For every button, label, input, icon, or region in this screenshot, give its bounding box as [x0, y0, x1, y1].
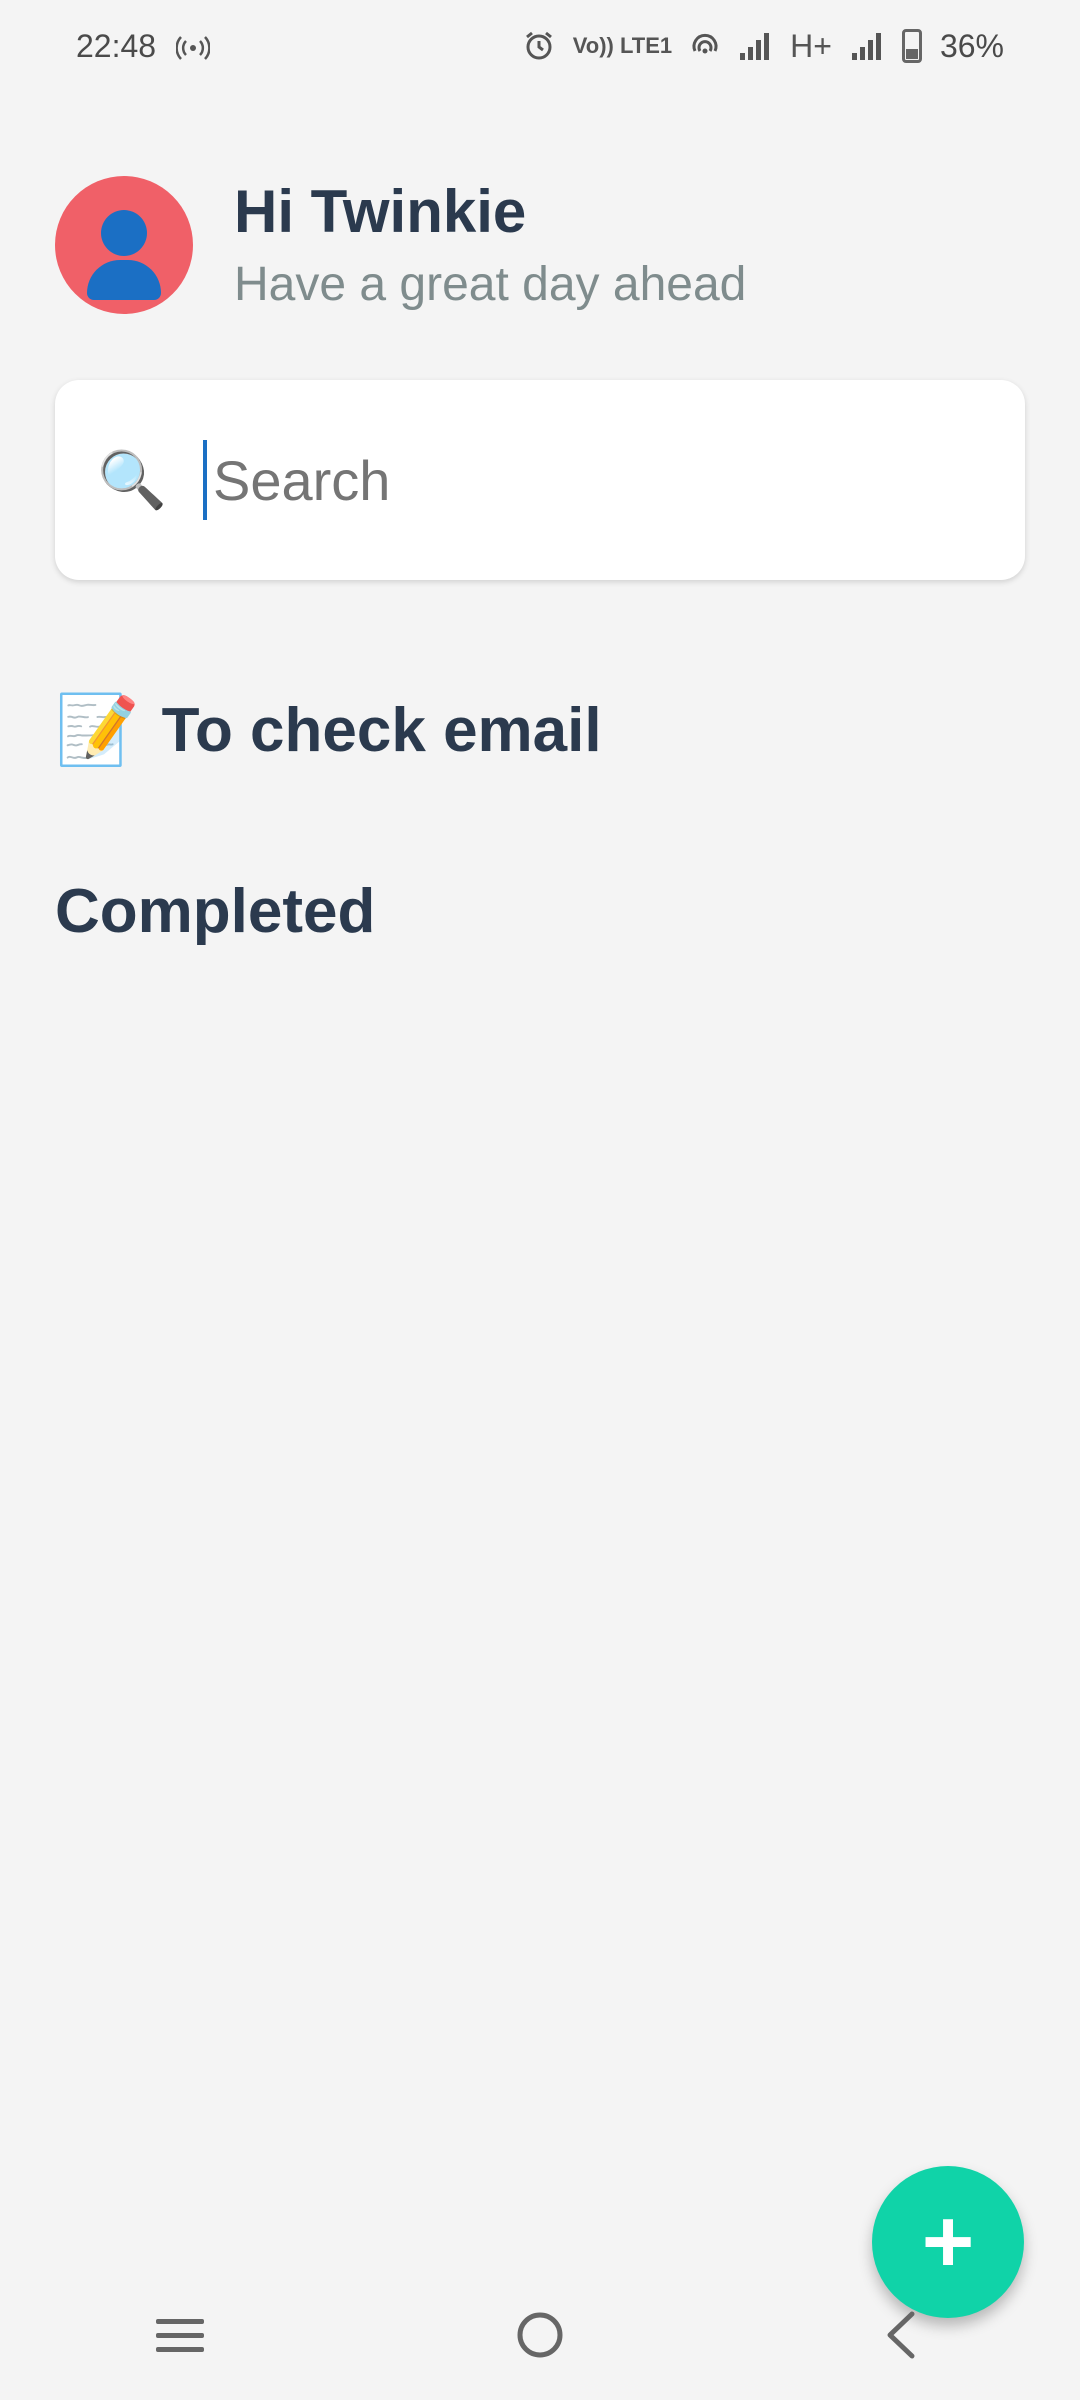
- status-time: 22:48: [76, 27, 157, 64]
- wifi-calling-icon: [690, 31, 720, 61]
- h-plus-icon: H+: [790, 27, 832, 64]
- alarm-icon: [523, 30, 555, 62]
- battery-icon: [901, 29, 922, 63]
- hotspot-icon: [176, 32, 211, 60]
- navigation-bar: [0, 2270, 1080, 2400]
- completed-section-title: Completed: [55, 877, 376, 946]
- home-icon[interactable]: [480, 2285, 600, 2385]
- search-box[interactable]: 🔍: [55, 380, 1025, 580]
- signal-icon: [738, 31, 772, 61]
- task-item[interactable]: 📝 To check email: [55, 690, 602, 770]
- status-bar: 22:48 Vo)) LTE1 H+ 36%: [0, 0, 1080, 92]
- volte-icon: Vo)) LTE1: [572, 33, 673, 58]
- task-label: To check email: [161, 695, 602, 765]
- search-icon: 🔍: [97, 448, 167, 511]
- avatar[interactable]: [55, 176, 193, 314]
- battery-percent: 36%: [939, 27, 1004, 64]
- back-icon[interactable]: [840, 2285, 960, 2385]
- greeting-title: Hi Twinkie: [234, 177, 527, 245]
- search-input[interactable]: [203, 440, 963, 520]
- signal-icon: [850, 31, 884, 61]
- avatar-body: [87, 260, 161, 300]
- memo-icon: 📝: [55, 692, 140, 768]
- greeting: Hi Twinkie Have a great day ahead: [234, 177, 747, 312]
- header: Hi Twinkie Have a great day ahead: [55, 176, 746, 314]
- menu-icon[interactable]: [120, 2285, 240, 2385]
- avatar-head: [101, 210, 147, 256]
- greeting-subtitle: Have a great day ahead: [234, 257, 747, 311]
